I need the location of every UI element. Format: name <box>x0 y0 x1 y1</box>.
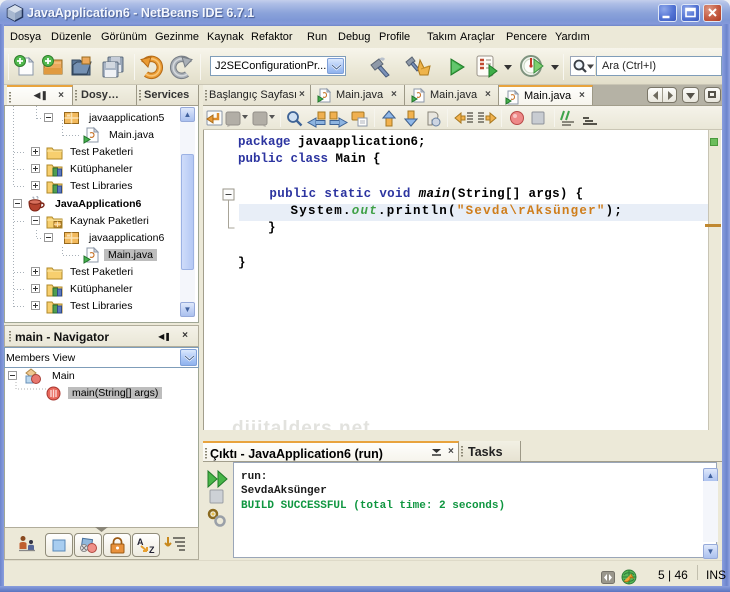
svg-text:A: A <box>137 537 144 547</box>
svg-text:Z: Z <box>149 545 155 555</box>
